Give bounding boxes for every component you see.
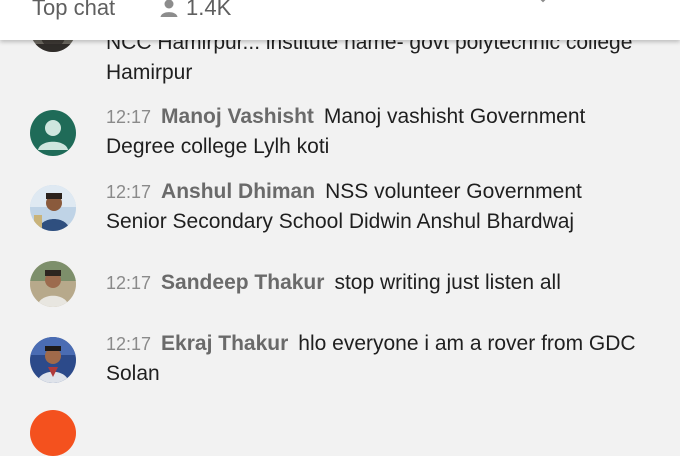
message-text-block: 12:17 Anshul Dhiman NSS volunteer Governme… bbox=[106, 177, 646, 237]
message-body: stop writing just listen all bbox=[334, 271, 561, 294]
message-timestamp: 12:17 bbox=[106, 107, 152, 127]
message-author[interactable]: Sandeep Thakur bbox=[161, 271, 324, 294]
photo-avatar-icon bbox=[30, 337, 76, 383]
default-user-avatar-icon bbox=[30, 410, 76, 456]
message-author[interactable]: Manoj Vashisht bbox=[161, 105, 314, 128]
chat-mode-selector[interactable]: Top chat bbox=[32, 0, 115, 22]
author-avatar[interactable] bbox=[30, 185, 76, 231]
viewer-count: 1.4K bbox=[158, 0, 231, 22]
message-timestamp: 12:17 bbox=[106, 273, 152, 293]
author-avatar[interactable] bbox=[30, 337, 76, 383]
chat-header: Top chat 1.4K bbox=[0, 0, 680, 40]
chat-feed: NCC Hamirpur... institute name- govt pol… bbox=[0, 0, 680, 456]
message-text-block: 12:17 Ekraj Thakur hlo everyone i am a rov… bbox=[106, 329, 646, 389]
message-author[interactable]: Ekraj Thakur bbox=[161, 332, 288, 355]
author-avatar[interactable] bbox=[30, 261, 76, 307]
default-user-avatar-icon bbox=[30, 110, 76, 156]
photo-avatar-icon bbox=[30, 185, 76, 231]
author-avatar[interactable] bbox=[30, 110, 76, 156]
viewer-count-label: 1.4K bbox=[186, 0, 232, 20]
message-text-block: 12:17 Manoj Vashisht Manoj vashisht Govern… bbox=[106, 102, 646, 162]
person-icon bbox=[160, 0, 178, 17]
photo-avatar-icon bbox=[30, 261, 76, 307]
message-timestamp: 12:17 bbox=[106, 182, 152, 202]
chevron-down-icon[interactable] bbox=[536, 0, 550, 6]
message-author[interactable]: Anshul Dhiman bbox=[161, 180, 315, 203]
message-timestamp: 12:17 bbox=[106, 334, 152, 354]
message-text-block: 12:17 Sandeep Thakur stop writing just lis… bbox=[106, 268, 646, 298]
author-avatar[interactable] bbox=[30, 410, 76, 456]
